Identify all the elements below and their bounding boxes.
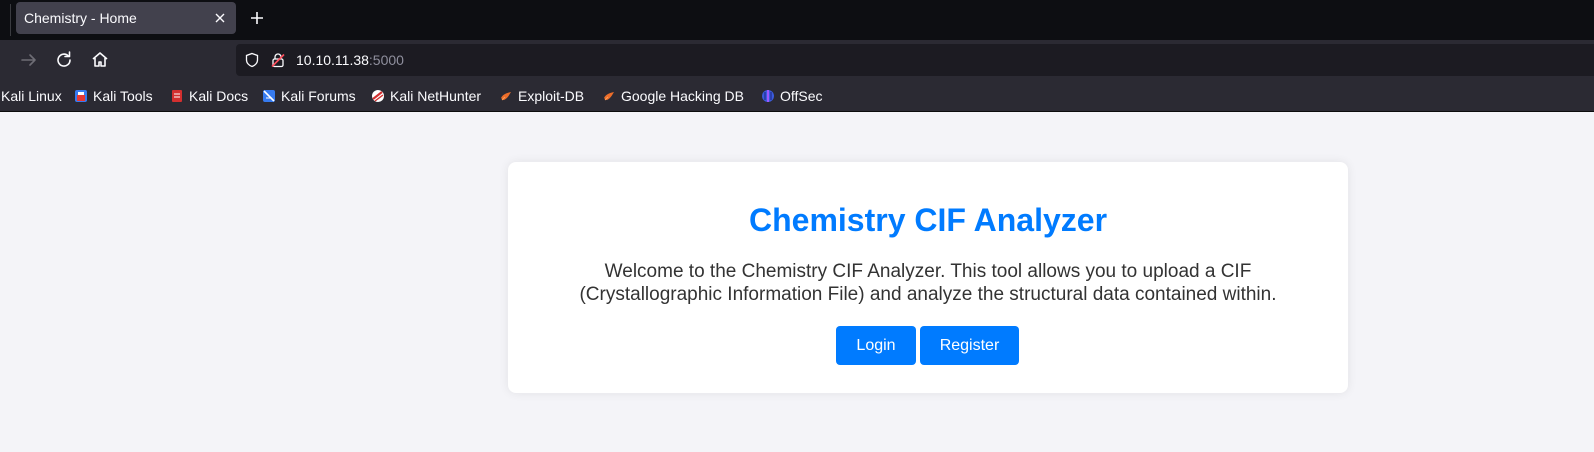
register-button[interactable]: Register — [920, 326, 1019, 365]
bookmark-label: Kali Forums — [281, 88, 356, 104]
bookmark-kali-tools[interactable]: Kali Tools — [74, 86, 153, 106]
kali-tools-icon — [75, 90, 87, 102]
navigation-bar: 10.10.11.38:5000 — [0, 40, 1594, 80]
forward-icon[interactable] — [17, 48, 41, 72]
kali-nethunter-icon — [372, 90, 384, 102]
reload-icon[interactable] — [52, 48, 76, 72]
exploit-db-icon — [501, 92, 511, 101]
bookmark-label: Google Hacking DB — [621, 88, 744, 104]
bookmark-google-hacking-db[interactable]: Google Hacking DB — [602, 86, 744, 106]
kali-forums-icon — [263, 90, 275, 102]
new-tab-icon[interactable] — [249, 10, 265, 26]
tab-chemistry-home[interactable]: Chemistry - Home — [16, 2, 236, 34]
bookmark-label: Kali NetHunter — [390, 88, 482, 104]
bookmark-label: Kali Docs — [189, 88, 249, 104]
url-port: :5000 — [368, 52, 404, 68]
kali-docs-icon — [172, 90, 182, 102]
close-icon[interactable] — [212, 10, 228, 26]
tab-separator — [10, 4, 11, 36]
welcome-card: Chemistry CIF Analyzer Welcome to the Ch… — [508, 162, 1348, 393]
bookmark-label: Kali Linux — [1, 88, 62, 104]
bookmarks-bar: Kali Linux Kali Tools Kali Docs Kali For… — [0, 80, 1594, 112]
page-description: Welcome to the Chemistry CIF Analyzer. T… — [579, 261, 1277, 305]
bookmark-label: Exploit-DB — [518, 88, 585, 104]
tab-title: Chemistry - Home — [24, 10, 137, 26]
home-icon[interactable] — [88, 48, 112, 72]
shield-icon[interactable] — [244, 52, 260, 68]
page-viewport: Chemistry CIF Analyzer Welcome to the Ch… — [0, 112, 1594, 452]
bookmark-kali-linux[interactable]: Kali Linux — [1, 86, 62, 106]
bookmark-exploit-db[interactable]: Exploit-DB — [499, 86, 584, 106]
offsec-icon — [762, 90, 774, 102]
url-host: 10.10.11.38 — [296, 52, 369, 68]
bookmark-label: Kali Tools — [93, 88, 153, 104]
url-bar[interactable]: 10.10.11.38:5000 — [236, 44, 1594, 76]
page-title: Chemistry CIF Analyzer — [748, 202, 1108, 238]
bookmark-label: OffSec — [780, 88, 823, 104]
insecure-lock-icon[interactable] — [270, 52, 286, 68]
bookmark-kali-forums[interactable]: Kali Forums — [262, 86, 356, 106]
google-hacking-db-icon — [604, 92, 614, 101]
url-text[interactable]: 10.10.11.38:5000 — [296, 52, 404, 68]
bookmark-kali-docs[interactable]: Kali Docs — [170, 86, 248, 106]
bookmark-offsec[interactable]: OffSec — [761, 86, 823, 106]
bookmark-kali-nethunter[interactable]: Kali NetHunter — [371, 86, 481, 106]
login-button[interactable]: Login — [836, 326, 916, 365]
tab-strip: Chemistry - Home — [0, 0, 1594, 40]
